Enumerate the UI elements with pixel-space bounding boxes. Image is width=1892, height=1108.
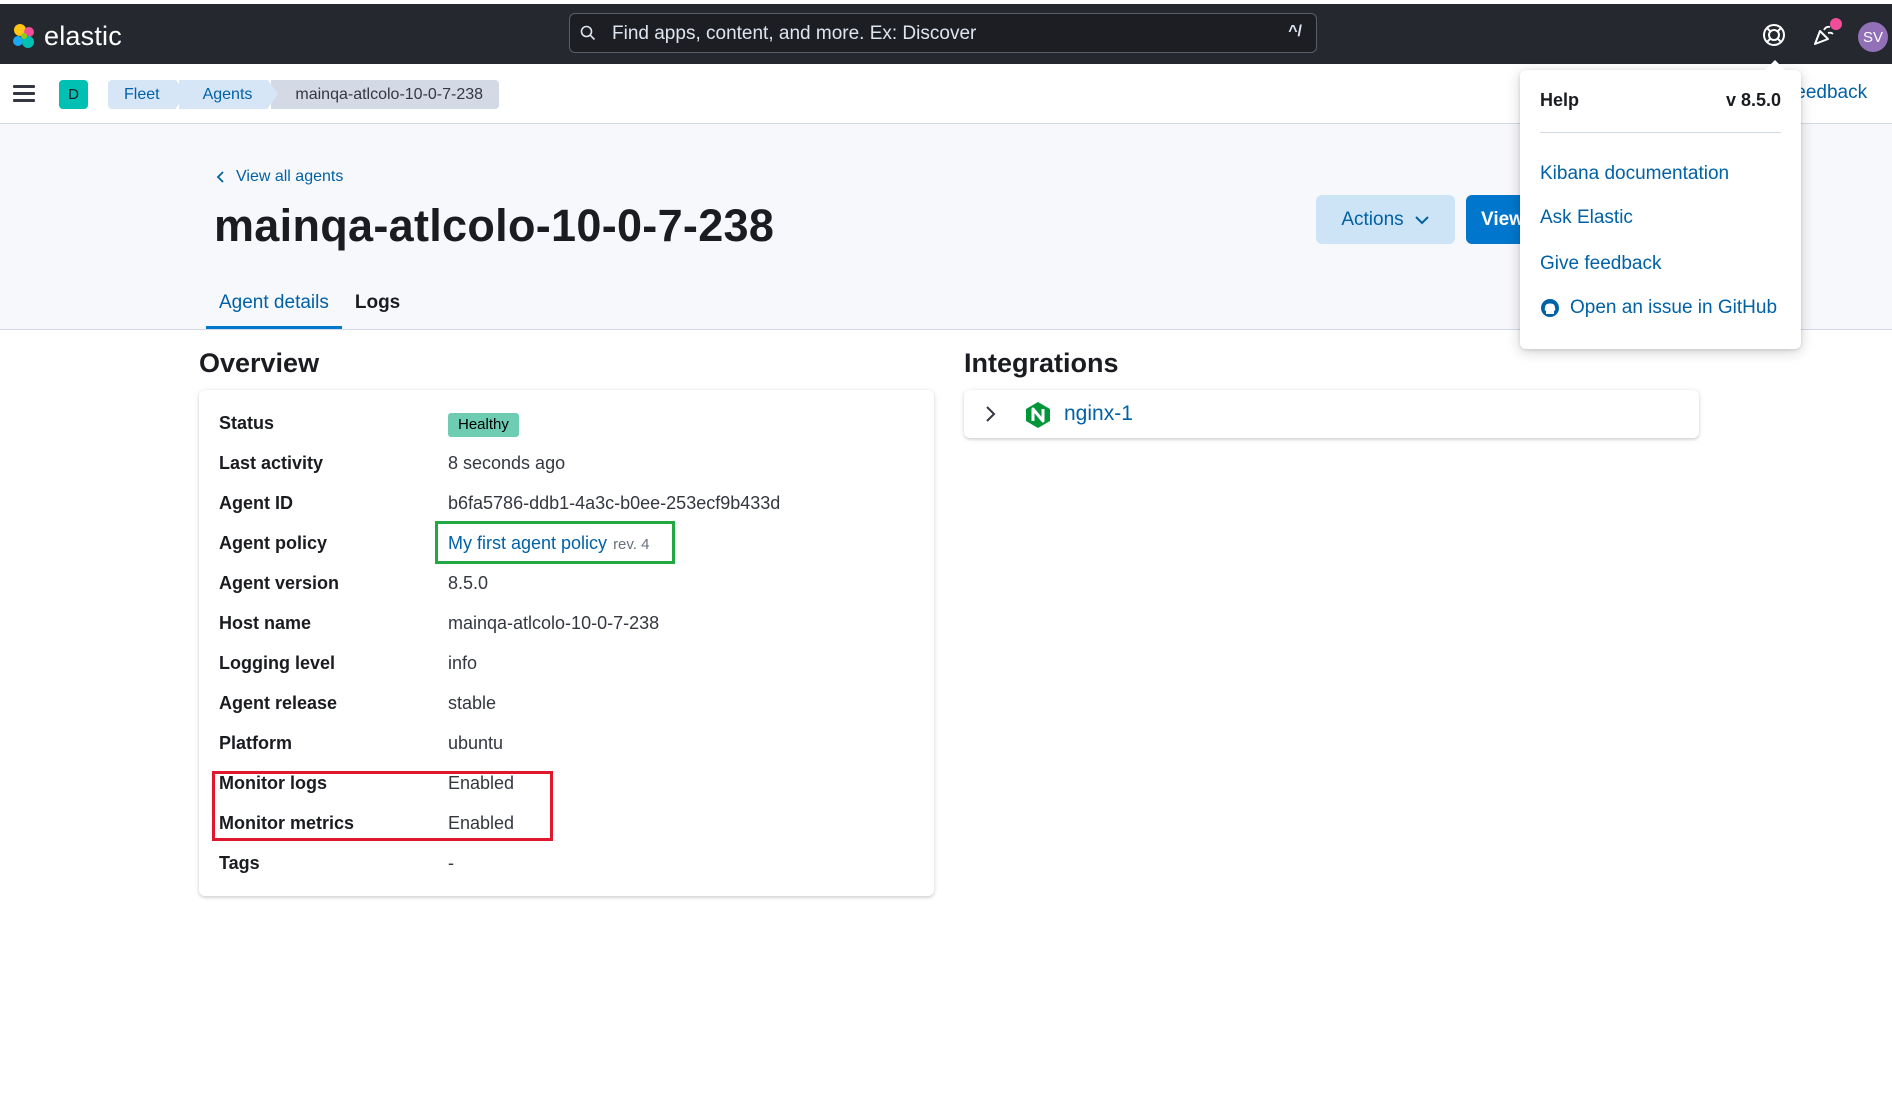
agent-release-label: Agent release [219, 693, 338, 713]
menu-toggle-icon[interactable] [13, 85, 35, 103]
kibana-documentation-link[interactable]: Kibana documentation [1540, 163, 1729, 185]
help-icon[interactable] [1761, 22, 1787, 48]
logging-level-row: Logging level info [219, 648, 919, 678]
search-icon [580, 25, 596, 41]
last-activity-row: Last activity 8 seconds ago [219, 448, 919, 478]
monitoring-highlight-box [212, 771, 553, 841]
kibana-version: v 8.5.0 [1725, 90, 1781, 110]
host-name-label: Host name [219, 613, 312, 633]
space-selector[interactable]: D [59, 80, 88, 109]
agent-policy-highlight-box [435, 521, 675, 564]
help-menu-divider [1540, 132, 1781, 133]
breadcrumb-agents[interactable]: Agents [178, 80, 279, 109]
integration-row[interactable]: nginx-1 [964, 390, 1699, 438]
platform-label: Platform [219, 733, 293, 753]
agent-version-row: Agent version 8.5.0 [219, 568, 919, 598]
integrations-title: Integrations [964, 348, 1119, 378]
notification-dot [1830, 18, 1842, 30]
chevron-right-icon[interactable] [984, 405, 996, 423]
global-search[interactable]: ^/ [569, 13, 1317, 54]
last-activity-label: Last activity [219, 453, 324, 473]
logging-level-value: info [448, 653, 478, 673]
actions-button[interactable]: Actions [1316, 195, 1455, 244]
github-icon [1541, 299, 1559, 317]
tab-agent-details[interactable]: Agent details [206, 284, 342, 329]
agent-policy-label: Agent policy [219, 533, 328, 553]
nginx-icon [1026, 402, 1050, 428]
breadcrumb-current-agent: mainqa-atlcolo-10-0-7-238 [271, 80, 500, 109]
platform-row: Platform ubuntu [219, 728, 919, 758]
overview-title: Overview [199, 348, 320, 378]
search-input[interactable] [610, 14, 1254, 54]
feedback-link[interactable]: feedback [1790, 82, 1867, 104]
search-shortcut-hint: ^/ [1288, 23, 1302, 40]
integration-name-link[interactable]: nginx-1 [1064, 402, 1133, 426]
logging-level-label: Logging level [219, 653, 336, 673]
tags-row: Tags - [219, 848, 919, 878]
ask-elastic-link[interactable]: Ask Elastic [1540, 207, 1633, 229]
tags-value: - [448, 853, 454, 873]
status-label: Status [219, 413, 275, 433]
view-all-agents-label: View all agents [236, 168, 344, 185]
agent-version-label: Agent version [219, 573, 340, 593]
help-menu-popover: Help v 8.5.0 Kibana documentation Ask El… [1520, 60, 1801, 349]
brand-name: elastic [44, 20, 122, 51]
give-feedback-link[interactable]: Give feedback [1540, 253, 1661, 275]
open-github-issue-label: Open an issue in GitHub [1570, 297, 1778, 318]
agent-id-value: b6fa5786-ddb1-4a3c-b0ee-253ecf9b433d [448, 493, 781, 513]
agent-version-value: 8.5.0 [448, 573, 489, 593]
agent-release-row: Agent release stable [219, 688, 919, 718]
view-button[interactable]: View [1466, 195, 1526, 244]
actions-button-label: Actions [1341, 208, 1404, 230]
agent-id-row: Agent ID b6fa5786-ddb1-4a3c-b0ee-253ecf9… [219, 488, 919, 518]
platform-value: ubuntu [448, 733, 504, 753]
view-all-agents-link[interactable]: View all agents [216, 168, 343, 186]
status-row: Status Healthy [219, 408, 919, 438]
elastic-logo[interactable]: elastic [10, 20, 122, 52]
status-value: Healthy [448, 408, 519, 438]
agent-id-label: Agent ID [219, 493, 293, 513]
page-title: mainqa-atlcolo-10-0-7-238 [214, 200, 775, 251]
tags-label: Tags [219, 853, 260, 873]
host-name-value: mainqa-atlcolo-10-0-7-238 [448, 613, 660, 633]
breadcrumb: Fleet Agents mainqa-atlcolo-10-0-7-238 [108, 80, 502, 109]
agent-tabs: Agent details Logs [206, 284, 413, 329]
user-avatar[interactable]: SV [1858, 22, 1888, 52]
tab-logs[interactable]: Logs [342, 284, 413, 329]
chevron-left-icon [216, 171, 224, 183]
status-badge: Healthy [448, 413, 519, 437]
open-github-issue-link[interactable]: Open an issue in GitHub [1540, 297, 1777, 319]
top-header-bar: elastic ^/ SV [0, 0, 1892, 64]
chevron-down-icon [1414, 215, 1429, 224]
last-activity-value: 8 seconds ago [448, 453, 566, 473]
host-name-row: Host name mainqa-atlcolo-10-0-7-238 [219, 608, 919, 638]
agent-release-value: stable [448, 693, 497, 713]
elastic-logo-icon [13, 24, 34, 48]
help-menu-title: Help [1540, 90, 1580, 110]
breadcrumb-fleet[interactable]: Fleet [108, 80, 186, 109]
